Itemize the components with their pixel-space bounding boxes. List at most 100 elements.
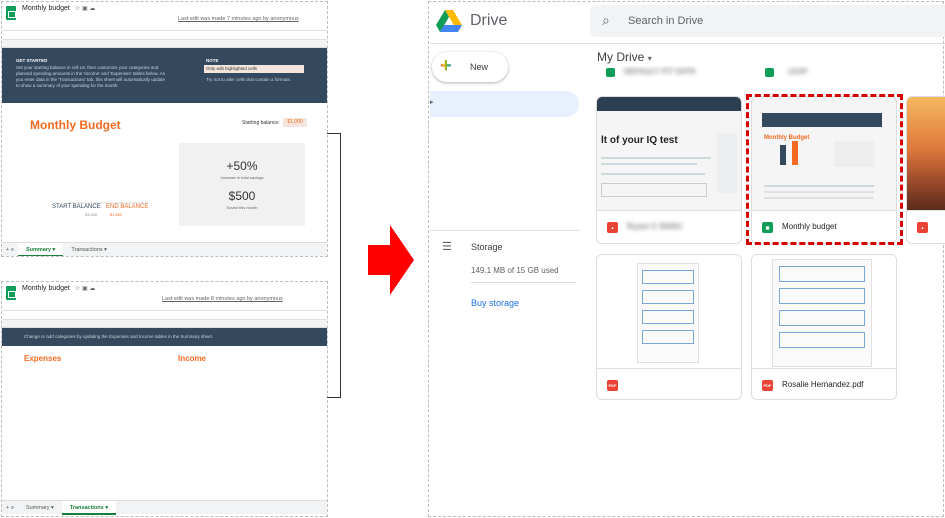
file-card-landscape[interactable]: ▲: [906, 96, 945, 244]
buy-storage-link[interactable]: Buy storage: [471, 298, 519, 308]
savings-stats-box: +50% Increase in total savings $500 Save…: [179, 143, 305, 226]
thumb-block: [779, 266, 865, 282]
sheet2-window: Monthly budget ☆ ▣ ☁ Last edit was made …: [2, 282, 327, 516]
file-thumbnail: lt of your IQ test: [597, 97, 741, 211]
banner-text: Change or add categories by updating the…: [24, 334, 214, 339]
thumb-box: [601, 183, 707, 197]
sheet-file-icon: [606, 68, 615, 77]
chevron-down-icon: ▾: [647, 54, 652, 63]
image-file-icon: ▲: [607, 222, 618, 233]
new-button[interactable]: + New: [432, 52, 508, 82]
file-card-partial[interactable]: DEFAULT FIT DATA: [596, 66, 740, 80]
expenses-title: Expenses: [24, 354, 62, 363]
income-title: Income: [178, 354, 207, 363]
thumb-page: [772, 259, 872, 367]
plus-icon: +: [440, 55, 452, 77]
search-bar[interactable]: ⌕ Search in Drive: [590, 5, 945, 37]
search-placeholder: Search in Drive: [628, 15, 704, 27]
end-balance-label: END BALANCE: [106, 204, 149, 210]
tab-transactions[interactable]: Transactions ▾: [61, 500, 117, 515]
sheet2-toolbar: [2, 310, 327, 320]
thumb-block: [642, 310, 694, 324]
tab-transactions[interactable]: Transactions ▾: [63, 243, 115, 257]
sheets-logo-icon: [6, 6, 16, 20]
column-headers: [2, 320, 327, 328]
start-balance-value: $1,000: [85, 212, 98, 217]
savings-percent-label: Increase in total savings: [220, 175, 264, 180]
file-card-iq-test[interactable]: lt of your IQ test ▲ Ryzen 5 3500U: [596, 96, 742, 244]
sidebar-divider: [430, 230, 580, 231]
search-icon[interactable]: ⌕: [602, 12, 610, 29]
add-sheet-icon[interactable]: + ≡: [2, 243, 18, 257]
file-name: DEFAULT FIT DATA: [624, 67, 696, 76]
column-headers: [2, 40, 327, 48]
nav-active-bg: [430, 91, 579, 117]
add-sheet-icon[interactable]: + ≡: [2, 501, 18, 515]
storage-label: Storage: [471, 242, 503, 252]
sheets-logo-icon: [6, 286, 16, 300]
file-thumbnail: [597, 255, 741, 369]
thumb-page: [637, 263, 699, 363]
highlight-box: [746, 94, 903, 245]
pdf-file-icon: PDF: [607, 380, 618, 391]
thumb-sidebar: [717, 133, 737, 193]
savings-percent: +50%: [226, 159, 258, 173]
last-edit-link[interactable]: Last edit was made 7 minutes ago by anon…: [178, 16, 299, 22]
thumb-block: [779, 288, 865, 304]
get-started-banner: GET STARTED Set your starting balance in…: [2, 48, 327, 103]
red-arrow-icon: [368, 225, 414, 295]
thumb-header: [597, 97, 741, 111]
last-edit-link[interactable]: Last edit was made 8 minutes ago by anon…: [162, 296, 283, 302]
note-text: Try not to alter cells that contain a fo…: [206, 77, 291, 82]
expand-arrow-icon[interactable]: ▸: [430, 98, 434, 106]
image-file-icon: ▲: [917, 222, 928, 233]
saved-amount: $500: [228, 189, 256, 203]
monthly-budget-heading: Monthly Budget: [30, 118, 121, 132]
storage-used: 149.1 MB of 15 GB used: [471, 266, 559, 275]
tab-summary[interactable]: Summary ▾: [17, 242, 64, 256]
file-name: LEAF: [788, 67, 809, 76]
sheet2-tabbar: + ≡ Summary ▾ Transactions ▾: [2, 500, 327, 515]
note-highlight-box[interactable]: Only edit highlighted cells: [204, 65, 304, 73]
sheet1-tabbar: + ≡ Summary ▾ Transactions ▾: [2, 242, 327, 256]
starting-balance-cell[interactable]: $1,000: [283, 118, 307, 127]
star-icon[interactable]: ☆ ▣ ☁: [75, 5, 95, 12]
file-card-pdf-doc[interactable]: PDF: [596, 254, 742, 400]
file-card-rosalie[interactable]: PDF Rosalie Hernandez.pdf: [751, 254, 897, 400]
file-thumbnail: [752, 255, 896, 369]
saved-label: Saved this month: [226, 205, 258, 210]
pdf-file-icon: PDF: [762, 380, 773, 391]
get-started-text: Set your starting balance in cell L8, th…: [16, 65, 166, 88]
bracket-connector: [327, 133, 341, 398]
new-label: New: [470, 62, 489, 72]
start-balance-label: START BALANCE: [52, 204, 101, 210]
get-started-heading: GET STARTED: [16, 58, 48, 63]
star-icon[interactable]: ☆ ▣ ☁: [75, 285, 95, 292]
thumb-block: [779, 332, 865, 348]
balance-chart: [68, 202, 148, 204]
end-balance-value: $1,500: [110, 212, 123, 217]
tab-summary[interactable]: Summary ▾: [18, 501, 62, 515]
file-card-partial[interactable]: LEAF: [751, 66, 895, 80]
sheet1-toolbar: [2, 30, 327, 40]
sheet2-title[interactable]: Monthly budget: [22, 285, 70, 292]
transactions-banner: Change or add categories by updating the…: [2, 328, 327, 346]
starting-balance-label: Starting balance:: [242, 120, 280, 126]
my-drive-breadcrumb[interactable]: My Drive ▾: [597, 50, 652, 64]
thumb-block: [642, 330, 694, 344]
thumb-block: [642, 290, 694, 304]
file-name: Rosalie Hernandez.pdf: [782, 380, 864, 389]
storage-icon: ☰: [442, 241, 452, 253]
note-heading: NOTE: [206, 58, 219, 63]
drive-logo-icon: [436, 10, 462, 32]
thumb-block: [642, 270, 694, 284]
drive-app-name: Drive: [470, 12, 508, 29]
thumb-title: lt of your IQ test: [601, 135, 678, 146]
file-thumbnail: [907, 97, 945, 211]
file-name: Ryzen 5 3500U: [627, 222, 683, 231]
storage-bar: [471, 282, 576, 283]
sheet1-window: Monthly budget ☆ ▣ ☁ Last edit was made …: [2, 2, 327, 256]
sheet-file-icon: [765, 68, 774, 77]
thumb-block: [779, 310, 865, 326]
sheet1-title[interactable]: Monthly budget: [22, 5, 70, 12]
